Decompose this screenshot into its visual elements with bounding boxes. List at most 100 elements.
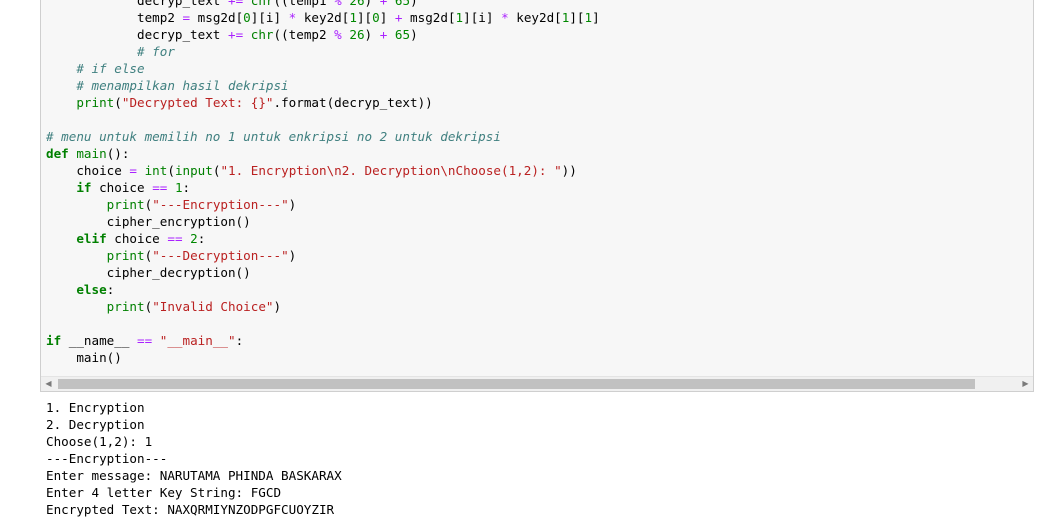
code-token: print [106, 248, 145, 263]
code-token: cipher_encryption() [46, 214, 251, 229]
code-token: += [227, 27, 244, 42]
code-token: elif [76, 231, 107, 246]
code-token: ] [379, 10, 395, 25]
output-line: 2. Decryption [46, 417, 145, 432]
code-line: print("Invalid Choice") [46, 298, 600, 315]
code-token: ((temp2 [273, 27, 335, 42]
code-line: main() [46, 349, 600, 366]
output-line: 1. Encryption [46, 400, 145, 415]
code-token: : [197, 231, 206, 246]
code-token: ) [273, 299, 282, 314]
code-token: choice [106, 231, 168, 246]
code-token: int [144, 163, 168, 178]
code-token: ) [288, 248, 297, 263]
code-token: chr [250, 0, 274, 8]
code-line: cipher_encryption() [46, 213, 600, 230]
code-token: += [227, 0, 244, 8]
code-token: ) [288, 197, 297, 212]
code-editor[interactable]: decryp_text += chr((temp1 % 26) + 65) te… [46, 0, 600, 366]
code-token: print [106, 197, 145, 212]
horizontal-scrollbar[interactable]: ◀ ▶ [41, 376, 1033, 391]
code-line: temp2 = msg2d[0][i] * key2d[1][0] + msg2… [46, 9, 600, 26]
code-token: ) [410, 0, 418, 8]
code-line: print("---Decryption---") [46, 247, 600, 264]
output-line: Enter 4 letter Key String: FGCD [46, 485, 282, 500]
code-line: # menampilkan hasil dekripsi [46, 77, 600, 94]
code-token: cipher_decryption() [46, 265, 251, 280]
code-cell[interactable]: decryp_text += chr((temp1 % 26) + 65) te… [40, 0, 1034, 392]
chevron-left-icon[interactable]: ◀ [41, 377, 56, 391]
code-token: : [235, 333, 244, 348]
code-token: msg2d[ [402, 10, 456, 25]
code-line: choice = int(input("1. Encryption\n2. De… [46, 162, 600, 179]
output-line: Enter message: NARUTAMA PHINDA BASKARAX [46, 468, 342, 483]
code-token: = [129, 163, 137, 178]
code-token: ][ [569, 10, 585, 25]
code-token: key2d[ [296, 10, 350, 25]
code-token: def [46, 146, 69, 161]
code-token: __name__ [61, 333, 137, 348]
code-token: temp2 [46, 10, 183, 25]
code-token: ] [592, 10, 600, 25]
code-token: ( [167, 163, 175, 178]
code-line: else: [46, 281, 600, 298]
code-token: 26 [349, 27, 365, 42]
code-token: 1 [455, 10, 464, 25]
cell-output: 1. Encryption 2. Decryption Choose(1,2): 1… [46, 399, 342, 518]
code-token: 1 [174, 180, 183, 195]
chevron-right-icon[interactable]: ▶ [1018, 377, 1033, 391]
code-token: choice [46, 163, 130, 178]
code-token: main() [46, 350, 122, 365]
scrollbar-thumb[interactable] [58, 379, 975, 389]
code-token: 0 [243, 10, 251, 25]
code-token: == [152, 180, 168, 195]
code-line: cipher_decryption() [46, 264, 600, 281]
output-line: Encrypted Text: NAXQRMIYNZODPGFCUOYZIR [46, 502, 335, 517]
code-token: ( [114, 95, 122, 110]
code-token: ][i] [250, 10, 289, 25]
code-token: print [106, 299, 145, 314]
code-token: * [501, 10, 509, 25]
code-token: 2 [190, 231, 198, 246]
code-token: (): [106, 146, 130, 161]
code-line: # for [46, 43, 600, 60]
code-token: = [182, 10, 191, 25]
notebook-page: decryp_text += chr((temp1 % 26) + 65) te… [0, 0, 1038, 523]
code-token: "__main__" [159, 333, 236, 348]
code-token: # menampilkan hasil dekripsi [76, 78, 289, 93]
code-token: ) [410, 27, 418, 42]
code-line: print("Decrypted Text: {}".format(decryp… [46, 94, 600, 111]
code-line: # menu untuk memilih no 1 untuk enkripsi… [46, 128, 600, 145]
code-token: == [137, 333, 153, 348]
code-line: if __name__ == "__main__": [46, 332, 600, 349]
code-token: if [76, 180, 92, 195]
code-token: msg2d[ [190, 10, 244, 25]
code-token: decryp_text [46, 27, 228, 42]
code-line: decryp_text += chr((temp2 % 26) + 65) [46, 26, 600, 43]
code-token: ) [364, 27, 380, 42]
code-token: # menu untuk memilih no 1 untuk enkripsi… [46, 129, 501, 144]
code-token: ((temp1 [273, 0, 335, 8]
code-token: if [46, 333, 62, 348]
code-line: def main(): [46, 145, 600, 162]
code-line: elif choice == 2: [46, 230, 600, 247]
code-token: else [76, 282, 107, 297]
output-line: Choose(1,2): 1 [46, 434, 153, 449]
code-token: chr [250, 27, 274, 42]
code-token: choice [91, 180, 153, 195]
code-token: % [334, 0, 342, 8]
